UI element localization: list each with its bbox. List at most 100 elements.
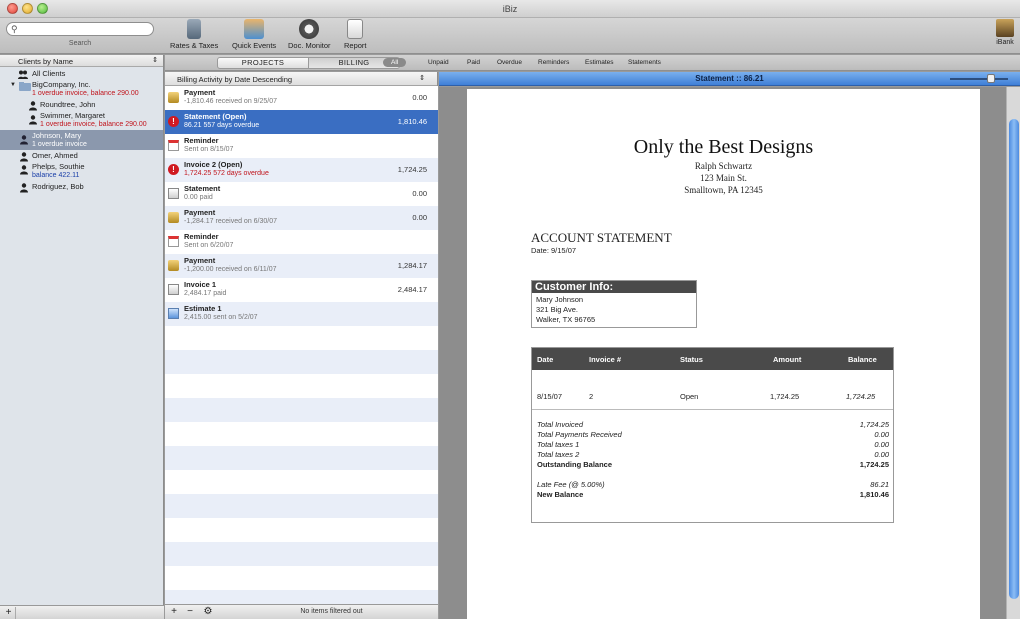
billing-row-reminder[interactable]: Reminder Sent on 8/15/07 — [165, 134, 438, 158]
statement-page: Only the Best Designs Ralph Schwartz 123… — [467, 89, 980, 619]
billing-row-invoice-open[interactable]: ! Invoice 2 (Open) 1,724.25 572 days ove… — [165, 158, 438, 182]
person-icon — [20, 165, 28, 175]
statement-table: Date Invoice # Status Amount Balance 8/1… — [531, 347, 894, 523]
billing-row-payment[interactable]: Payment -1,284.17 received on 6/30/07 0.… — [165, 206, 438, 230]
billing-sort-select[interactable]: Billing Activity by Date Descending ⇕ — [165, 72, 437, 86]
filter-status: No items filtered out — [300, 608, 363, 615]
filter-overdue[interactable]: Overdue — [497, 59, 522, 66]
alert-icon: ! — [168, 164, 179, 175]
late-fee: Late Fee (@ 5.00%) 86.21 — [537, 480, 889, 489]
client-bigcompany[interactable]: ▼ BigCompany, Inc. 1 overdue invoice, ba… — [0, 79, 163, 99]
statement-date: Date: 9/15/07 — [531, 246, 577, 255]
statement-title-bar: Statement :: 86.21 — [439, 72, 1020, 86]
zoom-slider[interactable] — [950, 78, 1008, 80]
client-swimmer[interactable]: Swimmer, Margaret 1 overdue invoice, bal… — [0, 110, 163, 130]
document-preview: Only the Best Designs Ralph Schwartz 123… — [439, 87, 1020, 619]
filter-statements[interactable]: Statements — [628, 59, 661, 66]
filter-estimates[interactable]: Estimates — [585, 59, 614, 66]
scrollbar-thumb[interactable] — [1009, 119, 1019, 599]
reminder-icon — [168, 140, 179, 151]
quick-events-button[interactable]: Quick Events — [232, 19, 276, 50]
rates-taxes-button[interactable]: Rates & Taxes — [170, 19, 218, 50]
customer-info-heading: Customer Info: — [532, 281, 696, 293]
table-row: 8/15/07 2 Open 1,724.25 1,724.25 — [532, 370, 893, 410]
add-client-button[interactable]: + — [2, 607, 16, 619]
report-button[interactable]: Report — [344, 19, 367, 50]
clients-sidebar: Clients by Name ⇕ All Clients ▼ BigCompa… — [0, 55, 164, 619]
billing-row-invoice[interactable]: Invoice 1 2,484.17 paid 2,484.17 — [165, 278, 438, 302]
company-name: Only the Best Designs — [633, 136, 814, 158]
client-all[interactable]: All Clients — [0, 68, 163, 79]
filter-paid[interactable]: Paid — [467, 59, 480, 66]
zoom-slider-knob[interactable] — [987, 74, 995, 83]
billing-footer: + − ⚙ No items filtered out — [165, 604, 438, 619]
disclosure-triangle-icon: ▼ — [10, 82, 16, 88]
clients-sort-select[interactable]: Clients by Name ⇕ — [0, 55, 163, 67]
title-bar: iBiz — [0, 0, 1020, 18]
calculator-icon — [187, 19, 202, 39]
tabs-row: PROJECTS BILLING All Unpaid Paid Overdue… — [165, 55, 1020, 71]
filter-all[interactable]: All — [383, 58, 407, 67]
billing-row-estimate[interactable]: Estimate 1 2,415.00 sent on 5/2/07 — [165, 302, 438, 326]
company-address-1: 123 Main St. — [700, 173, 747, 183]
select-arrows-icon: ⇕ — [419, 75, 425, 82]
ibank-button[interactable]: iBank — [996, 19, 1014, 46]
total-payments: Total Payments Received 0.00 — [537, 430, 889, 439]
remove-billing-button[interactable]: − — [183, 606, 197, 618]
company-contact: Ralph Schwartz — [694, 161, 753, 171]
search-input[interactable]: ⚲ — [6, 22, 154, 36]
report-document-icon — [347, 19, 364, 39]
person-icon — [20, 135, 28, 145]
payment-icon — [168, 212, 179, 223]
gear-icon[interactable]: ⚙ — [199, 606, 217, 618]
outstanding-balance: Outstanding Balance 1,724.25 — [537, 460, 889, 469]
billing-row-reminder[interactable]: Reminder Sent on 6/20/07 — [165, 230, 438, 254]
folder-icon — [19, 82, 31, 91]
client-phelps[interactable]: Phelps, Southie balance 422.11 — [0, 161, 163, 181]
client-roundtree[interactable]: Roundtree, John — [0, 99, 163, 111]
payment-icon — [168, 92, 179, 103]
window-title: iBiz — [502, 4, 518, 14]
sidebar-footer: + — [0, 605, 164, 619]
select-arrows-icon: ⇕ — [152, 57, 158, 64]
doc-monitor-button[interactable]: Doc. Monitor — [288, 19, 331, 50]
client-omer[interactable]: Omer, Ahmed — [0, 150, 163, 162]
customer-name: Mary Johnson — [536, 295, 584, 304]
new-balance: New Balance 1,810.46 — [537, 490, 889, 499]
document-scrollbar[interactable] — [1006, 87, 1020, 619]
monitor-gauge-icon — [299, 19, 320, 39]
filter-reminders[interactable]: Reminders — [538, 59, 569, 66]
statement-title: Statement :: 86.21 — [695, 74, 764, 83]
billing-row-payment[interactable]: Payment -1,810.46 received on 9/25/07 0.… — [165, 86, 438, 110]
total-taxes-2: Total taxes 2 0.00 — [537, 450, 889, 459]
client-rodriguez[interactable]: Rodriguez, Bob — [0, 181, 163, 193]
billing-row-statement-open[interactable]: ! Statement (Open) 86.21 557 days overdu… — [165, 110, 438, 134]
statement-icon — [168, 188, 179, 199]
statement-totals: Total Invoiced 1,724.25 Total Payments Re… — [532, 420, 895, 500]
toolbar: ⚲ Search Rates & Taxes Quick Events Doc.… — [0, 18, 1020, 54]
totals-spacer — [532, 470, 895, 480]
customer-city: Walker, TX 96765 — [536, 315, 596, 324]
billing-activity-list: Billing Activity by Date Descending ⇕ Pa… — [165, 72, 438, 619]
total-taxes-1: Total taxes 1 0.00 — [537, 440, 889, 449]
customer-info-box: Customer Info: Mary Johnson 321 Big Ave.… — [531, 280, 697, 328]
statement-heading: ACCOUNT STATEMENT — [531, 230, 672, 245]
estimate-icon — [168, 308, 179, 319]
company-address-2: Smalltown, PA 12345 — [684, 185, 763, 195]
total-invoiced: Total Invoiced 1,724.25 — [537, 420, 889, 429]
invoice-icon — [168, 284, 179, 295]
tab-projects[interactable]: PROJECTS — [217, 57, 309, 69]
customer-street: 321 Big Ave. — [536, 305, 578, 314]
bank-icon — [996, 19, 1014, 37]
billing-row-payment[interactable]: Payment -1,200.00 received on 6/11/07 1,… — [165, 254, 438, 278]
search-label: Search — [68, 40, 92, 47]
alert-icon: ! — [168, 116, 179, 127]
filter-unpaid[interactable]: Unpaid — [428, 59, 449, 66]
search-icon: ⚲ — [11, 24, 18, 34]
client-johnson[interactable]: Johnson, Mary 1 overdue invoice — [0, 130, 163, 150]
reminder-icon — [168, 236, 179, 247]
add-billing-button[interactable]: + — [167, 606, 181, 618]
calendar-icon — [244, 19, 265, 39]
statement-table-header: Date Invoice # Status Amount Balance — [532, 348, 893, 370]
billing-row-statement[interactable]: Statement 0.00 paid 0.00 — [165, 182, 438, 206]
